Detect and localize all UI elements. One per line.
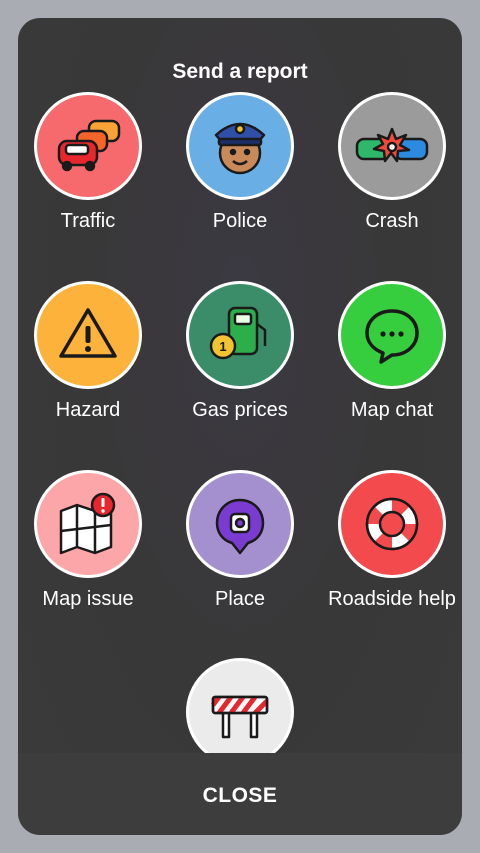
report-panel: Send a report Traffic Police Crash Hazar…: [18, 18, 462, 835]
chat-bubble-icon: [338, 281, 446, 389]
close-button[interactable]: CLOSE: [18, 768, 462, 824]
report-hazard-button[interactable]: Hazard: [18, 281, 158, 422]
report-label: Police: [212, 210, 268, 232]
place-pin-icon: [186, 470, 294, 578]
gas-pump-icon: 1: [186, 281, 294, 389]
report-traffic-button[interactable]: Traffic: [18, 92, 158, 233]
report-gas-prices-button[interactable]: 1 Gas prices: [170, 281, 310, 422]
report-label: Place: [214, 588, 266, 610]
report-label: Hazard: [55, 399, 121, 421]
report-map-issue-button[interactable]: Map issue: [18, 470, 158, 611]
report-crash-button[interactable]: Crash: [322, 92, 462, 233]
road-barrier-icon: [186, 658, 294, 766]
svg-text:1: 1: [219, 339, 226, 354]
warning-triangle-icon: [34, 281, 142, 389]
report-label: Map chat: [350, 399, 434, 421]
report-place-button[interactable]: Place: [170, 470, 310, 611]
report-map-chat-button[interactable]: Map chat: [322, 281, 462, 422]
report-label: Roadside help: [328, 588, 456, 610]
car-crash-icon: [338, 92, 446, 200]
report-roadside-help-button[interactable]: Roadside help: [322, 470, 462, 611]
traffic-cars-icon: [34, 92, 142, 200]
panel-title: Send a report: [172, 60, 308, 83]
report-police-button[interactable]: Police: [170, 92, 310, 233]
report-label: Map issue: [42, 588, 134, 610]
report-label: Traffic: [60, 210, 116, 232]
map-alert-icon: [34, 470, 142, 578]
report-label: Gas prices: [192, 399, 288, 421]
report-label: Crash: [365, 210, 419, 232]
police-officer-icon: [186, 92, 294, 200]
lifebuoy-icon: [338, 470, 446, 578]
report-road-closure-button[interactable]: [170, 658, 310, 766]
